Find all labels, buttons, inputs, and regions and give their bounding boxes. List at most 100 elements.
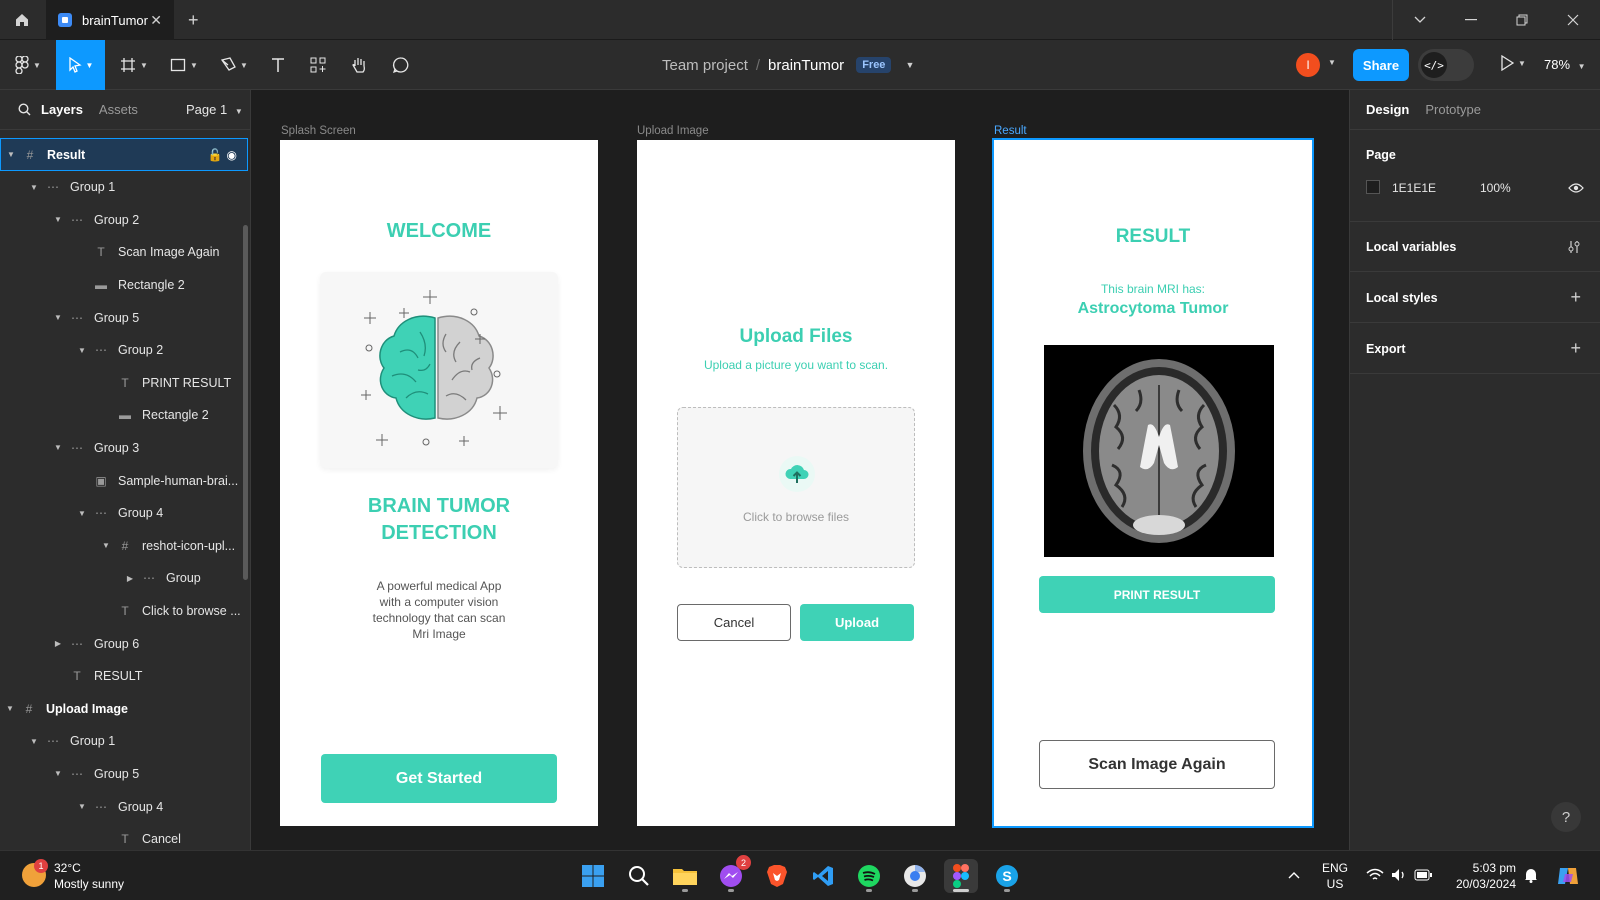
sliders-icon[interactable] [1567,240,1581,254]
add-icon[interactable]: + [1570,287,1581,308]
eye-icon[interactable]: ◉ [223,148,237,162]
layer-row[interactable]: ▼ # Upload Image [0,692,248,725]
layer-row[interactable]: ▶ ⋯ Group 6 [0,627,248,660]
chevron-down-icon[interactable]: ▼ [100,541,112,550]
resources-button[interactable] [306,40,330,90]
page-opacity-value[interactable]: 100% [1480,181,1511,195]
chevron-down-icon[interactable]: ▼ [4,704,16,713]
file-tab[interactable]: brainTumor ✕ [46,0,174,40]
chevron-down-icon[interactable]: ▼ [52,443,64,452]
help-button[interactable]: ? [1551,802,1581,832]
chevron-down-icon[interactable]: ▼ [905,60,914,70]
vscode-app[interactable] [806,859,840,893]
text-tool-button[interactable] [266,40,290,90]
page-selector[interactable]: Page 1 ▼ [186,102,243,117]
layer-row[interactable]: ▼ ⋯ Group 4 [0,497,248,530]
comment-tool-button[interactable] [388,40,414,90]
layer-row[interactable]: ▬ Rectangle 2 [0,268,248,301]
layer-row[interactable]: ▼ ⋯ Group 1 [0,725,248,758]
wifi-icon[interactable] [1366,868,1384,882]
team-name[interactable]: Team project [662,57,748,74]
restore-button[interactable] [1497,0,1547,40]
main-menu-button[interactable]: ▼ [10,40,46,90]
layer-row[interactable]: T Cancel [0,823,248,850]
chevron-up-icon[interactable] [1288,871,1300,879]
chevron-down-icon[interactable]: ▼ [28,183,40,192]
layer-row[interactable]: ▼ # Result 🔓 ◉ [0,138,248,171]
chevron-down-icon[interactable]: ▼ [76,509,88,518]
splash-screen-frame[interactable]: WELCOME BRAIN TUMOR DETECTION A powerful… [280,140,598,826]
chevron-right-icon[interactable]: ▶ [124,574,136,583]
layer-row[interactable]: ▼ ⋯ Group 5 [0,301,248,334]
layer-row[interactable]: ▼ ⋯ Group 1 [0,171,248,204]
messenger-app[interactable]: 2 [714,855,751,893]
home-button[interactable] [0,0,44,40]
tab-prototype[interactable]: Prototype [1425,102,1481,117]
layer-row[interactable]: ▶ ⋯ Group [0,562,248,595]
dropzone[interactable]: Click to browse files [677,407,915,568]
share-button[interactable]: Share [1353,49,1409,81]
present-button[interactable]: ▼ [1500,55,1526,71]
zoom-control[interactable]: 78% ▼ [1544,57,1586,72]
chevron-down-icon[interactable]: ▼ [1328,58,1336,67]
local-variables-section[interactable]: Local variables [1350,222,1600,272]
file-explorer-app[interactable] [668,859,702,893]
shape-tool-button[interactable]: ▼ [166,40,202,90]
layer-row[interactable]: ▼ ⋯ Group 3 [0,431,248,464]
language-indicator[interactable]: ENG US [1322,860,1348,892]
tabs-dropdown-button[interactable] [1395,0,1445,40]
hand-tool-button[interactable] [346,40,372,90]
layer-row[interactable]: ▼ ⋯ Group 5 [0,757,248,790]
cancel-button[interactable]: Cancel [677,604,791,641]
new-tab-button[interactable]: + [188,10,199,31]
close-window-button[interactable] [1548,0,1598,40]
add-icon[interactable]: + [1570,338,1581,359]
avatar[interactable]: I [1296,53,1320,77]
close-tab-icon[interactable]: ✕ [150,12,162,29]
page-color-swatch[interactable] [1366,180,1380,194]
figma-app[interactable] [944,859,978,893]
chevron-down-icon[interactable]: ▼ [76,346,88,355]
local-styles-section[interactable]: Local styles + [1350,273,1600,323]
chevron-down-icon[interactable]: ▼ [52,215,64,224]
page-color-value[interactable]: 1E1E1E [1392,181,1436,195]
minimize-button[interactable] [1446,0,1496,40]
tab-layers[interactable]: Layers [41,102,83,117]
copilot-icon[interactable] [1556,864,1580,888]
layer-row[interactable]: ▼ ⋯ Group 2 [0,203,248,236]
layer-row[interactable]: ▼ # reshot-icon-upl... [0,529,248,562]
frame-label-result[interactable]: Result [994,125,1027,137]
scan-again-button[interactable]: Scan Image Again [1039,740,1275,789]
pen-tool-button[interactable]: ▼ [216,40,252,90]
skype-app[interactable]: S [990,859,1024,893]
frame-label-splash[interactable]: Splash Screen [281,125,356,137]
search-icon[interactable] [18,103,31,116]
move-tool-button[interactable]: ▼ [56,40,105,90]
layer-row[interactable]: T Scan Image Again [0,236,248,269]
layer-row[interactable]: T Click to browse ... [0,594,248,627]
weather-widget[interactable]: 32°C Mostly sunny [54,860,124,892]
tab-design[interactable]: Design [1366,102,1409,117]
lock-icon[interactable]: 🔓 ◉ [208,148,237,162]
upload-button[interactable]: Upload [800,604,914,641]
tab-assets[interactable]: Assets [99,102,138,117]
brave-app[interactable] [760,859,794,893]
bell-icon[interactable] [1524,867,1538,883]
layer-row[interactable]: ▣ Sample-human-brai... [0,464,248,497]
clock[interactable]: 5:03 pm 20/03/2024 [1446,860,1516,892]
chevron-down-icon[interactable]: ▼ [52,313,64,322]
file-name[interactable]: brainTumor [768,57,844,74]
spotify-app[interactable] [852,859,886,893]
layer-row[interactable]: ▬ Rectangle 2 [0,399,248,432]
frame-label-upload[interactable]: Upload Image [637,125,709,137]
dev-mode-toggle[interactable]: </> [1418,49,1474,81]
chevron-down-icon[interactable]: ▼ [76,802,88,811]
battery-icon[interactable] [1414,869,1432,881]
chevron-down-icon[interactable]: ▼ [5,150,17,159]
eye-icon[interactable] [1568,182,1584,194]
chevron-down-icon[interactable]: ▼ [52,769,64,778]
search-button[interactable] [622,859,656,893]
layer-row[interactable]: ▼ ⋯ Group 4 [0,790,248,823]
export-section[interactable]: Export + [1350,324,1600,374]
canvas[interactable]: Splash Screen WELCOME BRAIN TUMOR DETECT… [251,90,1349,850]
